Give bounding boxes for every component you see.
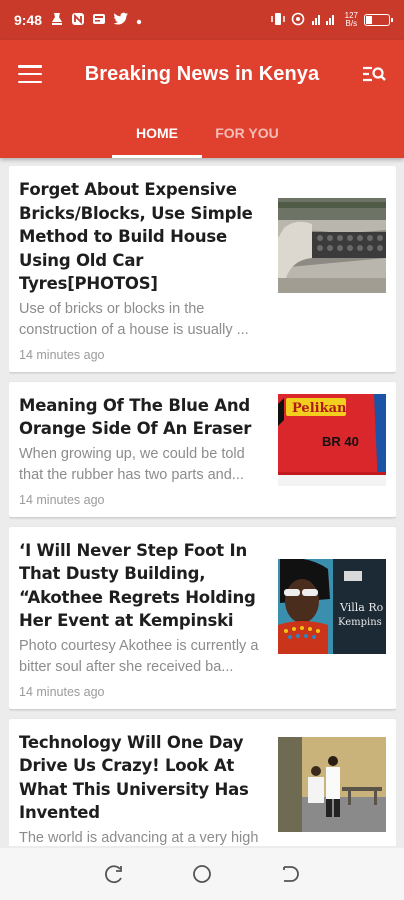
vibrate-icon <box>270 12 285 29</box>
article-thumbnail-tyre-house[interactable] <box>278 198 386 293</box>
article-excerpt: The world is advancing at a very high sp… <box>19 829 259 846</box>
back-icon[interactable] <box>279 863 301 885</box>
villa-rosa-text: Villa Ro <box>339 601 384 614</box>
tab-for-you[interactable]: FOR YOU <box>202 108 292 158</box>
article-text: ‘I Will Never Step Foot In That Dusty Bu… <box>19 539 278 699</box>
signal-icon <box>311 12 339 29</box>
article-card[interactable]: Forget About Expensive Bricks/Blocks, Us… <box>9 166 396 372</box>
eraser-brand-text: Pelikan <box>292 401 347 416</box>
article-text: Technology Will One Day Drive Us Crazy! … <box>19 731 278 847</box>
net-speed: 127 B/s <box>345 12 358 28</box>
article-thumbnail-akothee[interactable]: Villa Ro Kempins <box>278 558 386 654</box>
status-time: 9:48 <box>14 12 43 28</box>
system-icons: 127 B/s <box>270 12 393 29</box>
system-nav-bar <box>0 848 404 900</box>
article-text: Forget About Expensive Bricks/Blocks, Us… <box>19 178 278 362</box>
article-time: 14 minutes ago <box>19 684 105 699</box>
eraser-code-text: BR 40 <box>322 434 359 449</box>
tab-home[interactable]: HOME <box>112 108 202 158</box>
search-list-icon[interactable] <box>362 64 386 84</box>
article-time: 14 minutes ago <box>19 492 105 507</box>
article-time: 14 minutes ago <box>19 347 105 362</box>
recents-icon[interactable] <box>103 863 125 885</box>
news-feed[interactable]: Forget About Expensive Bricks/Blocks, Us… <box>9 166 396 846</box>
kempinski-text: Kempins <box>338 617 382 628</box>
status-bar: 9:48 127 B/s <box>0 0 404 40</box>
app-title: Breaking News in Kenya <box>84 62 320 85</box>
article-excerpt: When growing up, we could be told that t… <box>19 445 245 483</box>
article-title[interactable]: Technology Will One Day Drive Us Crazy! … <box>19 731 268 825</box>
article-thumbnail-eraser[interactable]: Pelikan BR 40 <box>278 393 386 486</box>
notification-icons <box>50 12 142 29</box>
article-thumbnail-university[interactable] <box>278 736 386 832</box>
app-bar: Breaking News in Kenya HOME FOR YOU <box>0 40 404 158</box>
article-card[interactable]: Technology Will One Day Drive Us Crazy! … <box>9 718 396 847</box>
news-app-icon <box>92 12 106 29</box>
n-app-icon <box>71 12 85 29</box>
net-speed-unit: B/s <box>345 19 358 28</box>
home-icon[interactable] <box>191 863 213 885</box>
article-card[interactable]: ‘I Will Never Step Foot In That Dusty Bu… <box>9 526 396 709</box>
article-title[interactable]: Forget About Expensive Bricks/Blocks, Us… <box>19 178 268 296</box>
menu-icon[interactable] <box>18 65 42 83</box>
article-text: Meaning Of The Blue And Orange Side Of A… <box>19 394 278 507</box>
article-title[interactable]: ‘I Will Never Step Foot In That Dusty Bu… <box>19 539 268 633</box>
battery-icon <box>364 14 393 26</box>
article-card[interactable]: Meaning Of The Blue And Orange Side Of A… <box>9 381 396 517</box>
tab-bar: HOME FOR YOU <box>0 108 404 158</box>
article-excerpt: Use of bricks or blocks in the construct… <box>19 300 249 338</box>
more-dot-icon <box>136 12 142 28</box>
twitter-icon <box>113 12 129 29</box>
android-notification-icon <box>50 12 64 29</box>
article-excerpt: Photo courtesy Akothee is currently a bi… <box>19 637 259 675</box>
article-title[interactable]: Meaning Of The Blue And Orange Side Of A… <box>19 394 268 441</box>
hotspot-icon <box>291 12 305 29</box>
